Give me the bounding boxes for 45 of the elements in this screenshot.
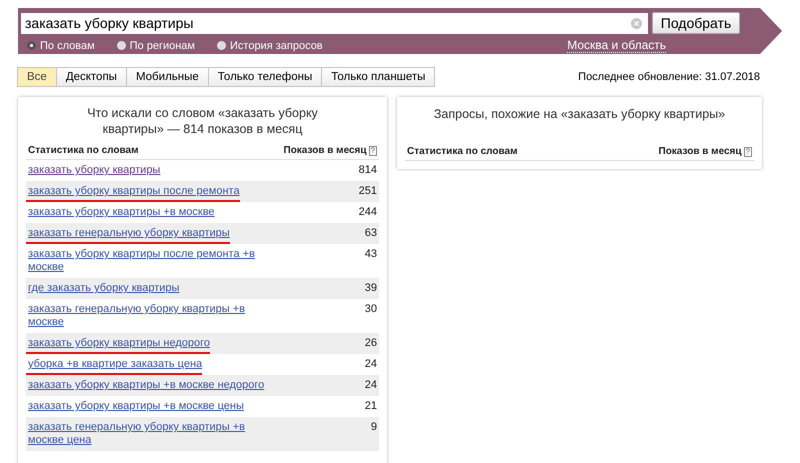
impressions-count: 30 — [364, 303, 377, 317]
query-link[interactable]: заказать уборку квартиры после ремонта +в москве — [28, 248, 278, 274]
panel-title: Запросы, похожие на «заказать уборку квартиры» — [432, 106, 726, 123]
impressions-count: 26 — [364, 337, 377, 350]
filter-tab[interactable]: Все — [17, 67, 57, 87]
impressions-count: 24 — [364, 358, 377, 371]
impressions-count: 21 — [364, 400, 377, 413]
query-link[interactable]: заказать уборку квартиры +в москве — [28, 206, 215, 219]
search-field[interactable]: заказать уборку квартиры — [21, 12, 648, 34]
filter-tab[interactable]: Только телефоны — [208, 67, 322, 87]
impressions-count: 63 — [364, 227, 377, 240]
region-link[interactable]: Москва и область — [567, 38, 666, 53]
panel-title: Что искали со словом «заказать уборку квартиры» — 814 показов в месяц — [86, 105, 319, 138]
clear-icon[interactable] — [631, 18, 642, 28]
column-header: Статистика по словам — [407, 146, 518, 157]
query-link[interactable]: заказать уборку квартиры недорого — [28, 337, 210, 350]
query-link[interactable]: заказать уборку квартиры после ремонта — [28, 185, 240, 198]
query-link[interactable]: где заказать уборку квартиры — [28, 282, 180, 295]
filter-tab[interactable]: Только планшеты — [321, 67, 436, 87]
impressions-count: 24 — [364, 379, 377, 392]
radio-option[interactable]: История запросов — [217, 40, 323, 52]
help-icon[interactable]: ? — [744, 146, 752, 156]
radio-option[interactable]: По регионам — [116, 40, 195, 52]
query-link[interactable]: заказать генеральную уборку квартиры +в москве — [28, 303, 278, 329]
query-link[interactable]: заказать уборку квартиры +в москве недорого — [28, 379, 264, 392]
impressions-count: 814 — [358, 164, 377, 177]
help-icon[interactable]: ? — [368, 146, 377, 156]
query-link[interactable]: заказать генеральную уборку квартиры +в москве цена — [28, 421, 278, 447]
column-header: Статистика по словам — [28, 145, 138, 156]
search-button[interactable]: Подобрать — [652, 12, 740, 34]
column-header: Показов в месяц — [284, 145, 367, 156]
query-link[interactable]: заказать генеральную уборку квартиры — [28, 227, 230, 240]
query-link[interactable]: заказать уборку квартиры — [28, 164, 160, 177]
last-update: Последнее обновление: 31.07.2018 — [578, 71, 760, 83]
filter-tab[interactable]: Мобильные — [126, 67, 209, 87]
column-header: Показов в месяц — [658, 146, 742, 157]
filter-tab[interactable]: Десктопы — [56, 67, 127, 87]
query-link[interactable]: заказать уборку квартиры +в москве цены — [28, 400, 244, 413]
radio-option[interactable]: По словам — [27, 40, 95, 52]
impressions-count: 9 — [370, 421, 377, 435]
impressions-count: 244 — [358, 206, 377, 219]
impressions-count: 251 — [358, 185, 377, 198]
impressions-count: 43 — [364, 248, 377, 262]
impressions-count: 39 — [364, 282, 377, 295]
query-link[interactable]: уборка +в квартире заказать цена — [28, 358, 202, 371]
